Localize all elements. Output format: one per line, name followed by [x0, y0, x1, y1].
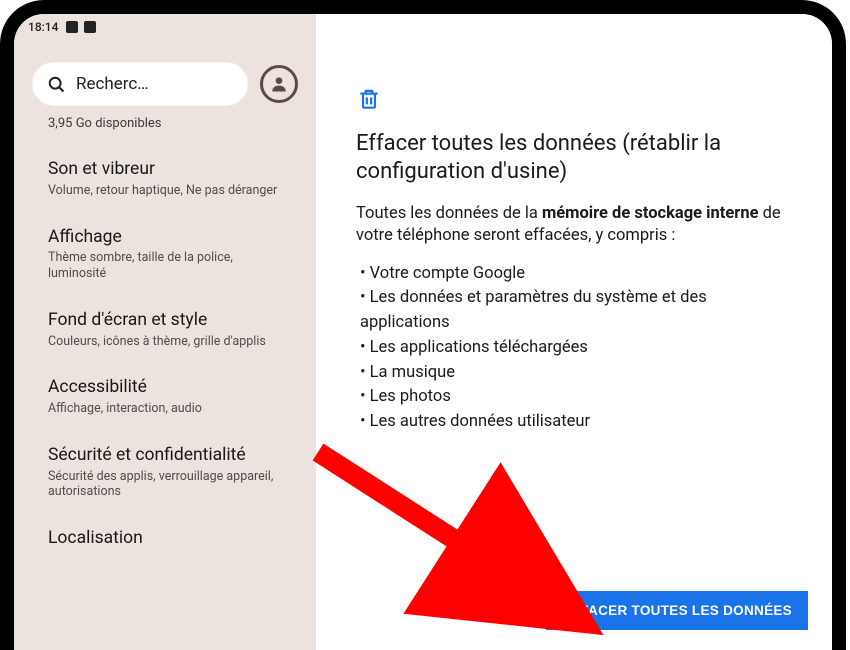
notif-icon: [66, 21, 78, 33]
sidebar-item-label: Son et vibreur: [48, 159, 292, 181]
search-placeholder: Recherc…: [76, 74, 149, 94]
list-item: Votre compte Google: [360, 262, 792, 287]
sidebar-item-label: Accessibilité: [48, 377, 292, 399]
sidebar-item-sub: Volume, retour haptique, Ne pas déranger: [48, 183, 292, 199]
sidebar-item-label: Localisation: [48, 528, 292, 550]
sidebar-item-sub: Thème sombre, taille de la police, lumin…: [48, 250, 292, 281]
device-notch: [371, 7, 475, 13]
list-item: Les données et paramètres du système et …: [360, 286, 792, 336]
erase-list: Votre compte Google Les données et param…: [356, 262, 792, 435]
sidebar-item-wallpaper[interactable]: Fond d'écran et style Couleurs, icônes à…: [14, 296, 316, 364]
list-item: Les autres données utilisateur: [360, 410, 792, 435]
storage-available: 3,95 Go disponibles: [14, 112, 316, 141]
sd-card-icon: [84, 21, 96, 33]
sidebar-item-security[interactable]: Sécurité et confidentialité Sécurité des…: [14, 431, 316, 514]
list-item: Les applications téléchargées: [360, 336, 792, 361]
intro-bold: mémoire de stockage interne: [542, 204, 759, 223]
search-input[interactable]: Recherc…: [32, 62, 248, 106]
search-icon: [46, 74, 66, 94]
main-panel: Effacer toutes les données (rétablir la …: [316, 14, 832, 650]
list-item: La musique: [360, 361, 792, 386]
sidebar-item-label: Affichage: [48, 227, 292, 249]
intro-text: Toutes les données de la mémoire de stoc…: [356, 203, 792, 248]
status-icons: [66, 21, 96, 33]
list-item: Les photos: [360, 385, 792, 410]
erase-all-data-button[interactable]: EFFACER TOUTES LES DONNÉES: [546, 591, 808, 630]
status-bar: 18:14: [14, 14, 832, 40]
intro-pre: Toutes les données de la: [356, 204, 542, 223]
sidebar-item-sub: Sécurité des applis, verrouillage appare…: [48, 469, 292, 500]
sidebar-item-label: Fond d'écran et style: [48, 310, 292, 332]
sidebar-item-accessibility[interactable]: Accessibilité Affichage, interaction, au…: [14, 363, 316, 431]
settings-sidebar: Recherc… 3,95 Go disponibles Son et vibr…: [14, 14, 316, 650]
sidebar-item-sound[interactable]: Son et vibreur Volume, retour haptique, …: [14, 145, 316, 213]
account-avatar[interactable]: [260, 65, 298, 103]
clock: 18:14: [28, 20, 58, 34]
sidebar-item-sub: Couleurs, icônes à thème, grille d'appli…: [48, 334, 292, 350]
trash-icon: [356, 86, 382, 112]
sidebar-item-label: Sécurité et confidentialité: [48, 445, 292, 467]
sidebar-item-sub: Affichage, interaction, audio: [48, 401, 292, 417]
page-title: Effacer toutes les données (rétablir la …: [356, 130, 786, 185]
sidebar-item-location[interactable]: Localisation: [14, 514, 316, 564]
settings-menu: Son et vibreur Volume, retour haptique, …: [14, 141, 316, 650]
sidebar-item-display[interactable]: Affichage Thème sombre, taille de la pol…: [14, 213, 316, 296]
person-icon: [269, 74, 289, 94]
device-frame: 18:14 Recherc… 3,95 Go disponibles Son e…: [0, 0, 846, 650]
